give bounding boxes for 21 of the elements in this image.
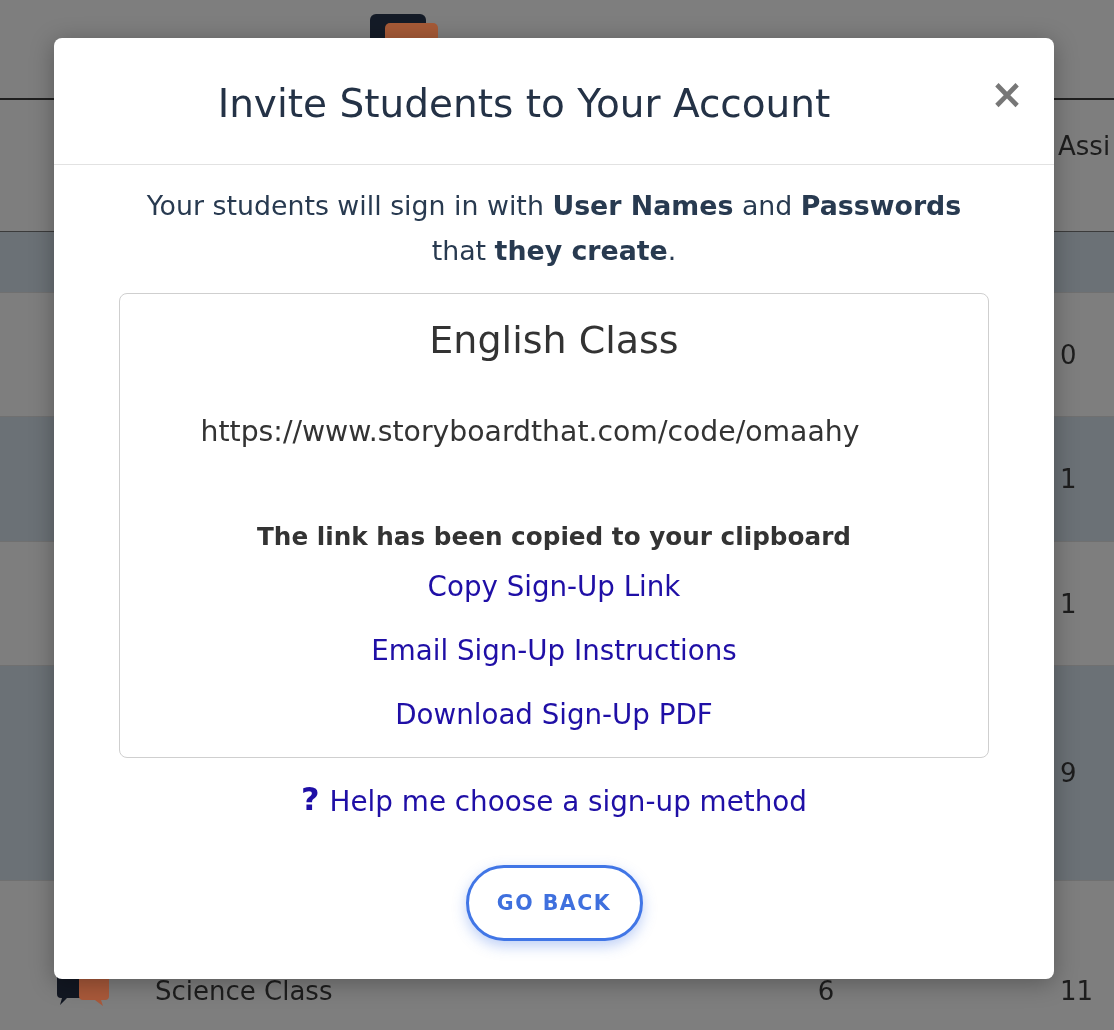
status-message: The link has been copied to your clipboard <box>257 521 851 553</box>
intro-text: Your students will sign in with User Names and Passwords that they create. <box>145 189 963 268</box>
column-header: Assi <box>1058 130 1111 163</box>
class-name-heading: English Class <box>429 317 679 364</box>
table-cell-text: 1 <box>1060 587 1077 621</box>
sign-up-link[interactable]: Download Sign-Up PDF <box>395 695 713 735</box>
table-cell-text: 0 <box>1060 338 1077 372</box>
table-cell-text: 1 <box>1060 463 1077 496</box>
logo-icon <box>370 14 438 38</box>
sign-up-url: https://www.storyboardthat.com/code/omaahy <box>200 414 860 450</box>
go-back-button[interactable]: GO BACK <box>465 865 643 941</box>
sign-up-link[interactable]: Email Sign-Up Instructions <box>371 631 737 671</box>
table-cell: Science Class <box>155 980 333 1002</box>
table-cell: 6 <box>817 980 835 1002</box>
sign-up-link[interactable]: Copy Sign-Up Link <box>427 567 681 607</box>
table-cell-text: 9 <box>1060 757 1077 790</box>
question-icon: ? <box>301 781 320 817</box>
dialog-title: Invite Students to Your Account <box>216 79 832 126</box>
help-link[interactable]: ? Help me choose a sign-up method <box>301 782 807 822</box>
table-cell: 11 <box>1060 980 1094 1002</box>
close-button[interactable]: × <box>977 74 1037 114</box>
